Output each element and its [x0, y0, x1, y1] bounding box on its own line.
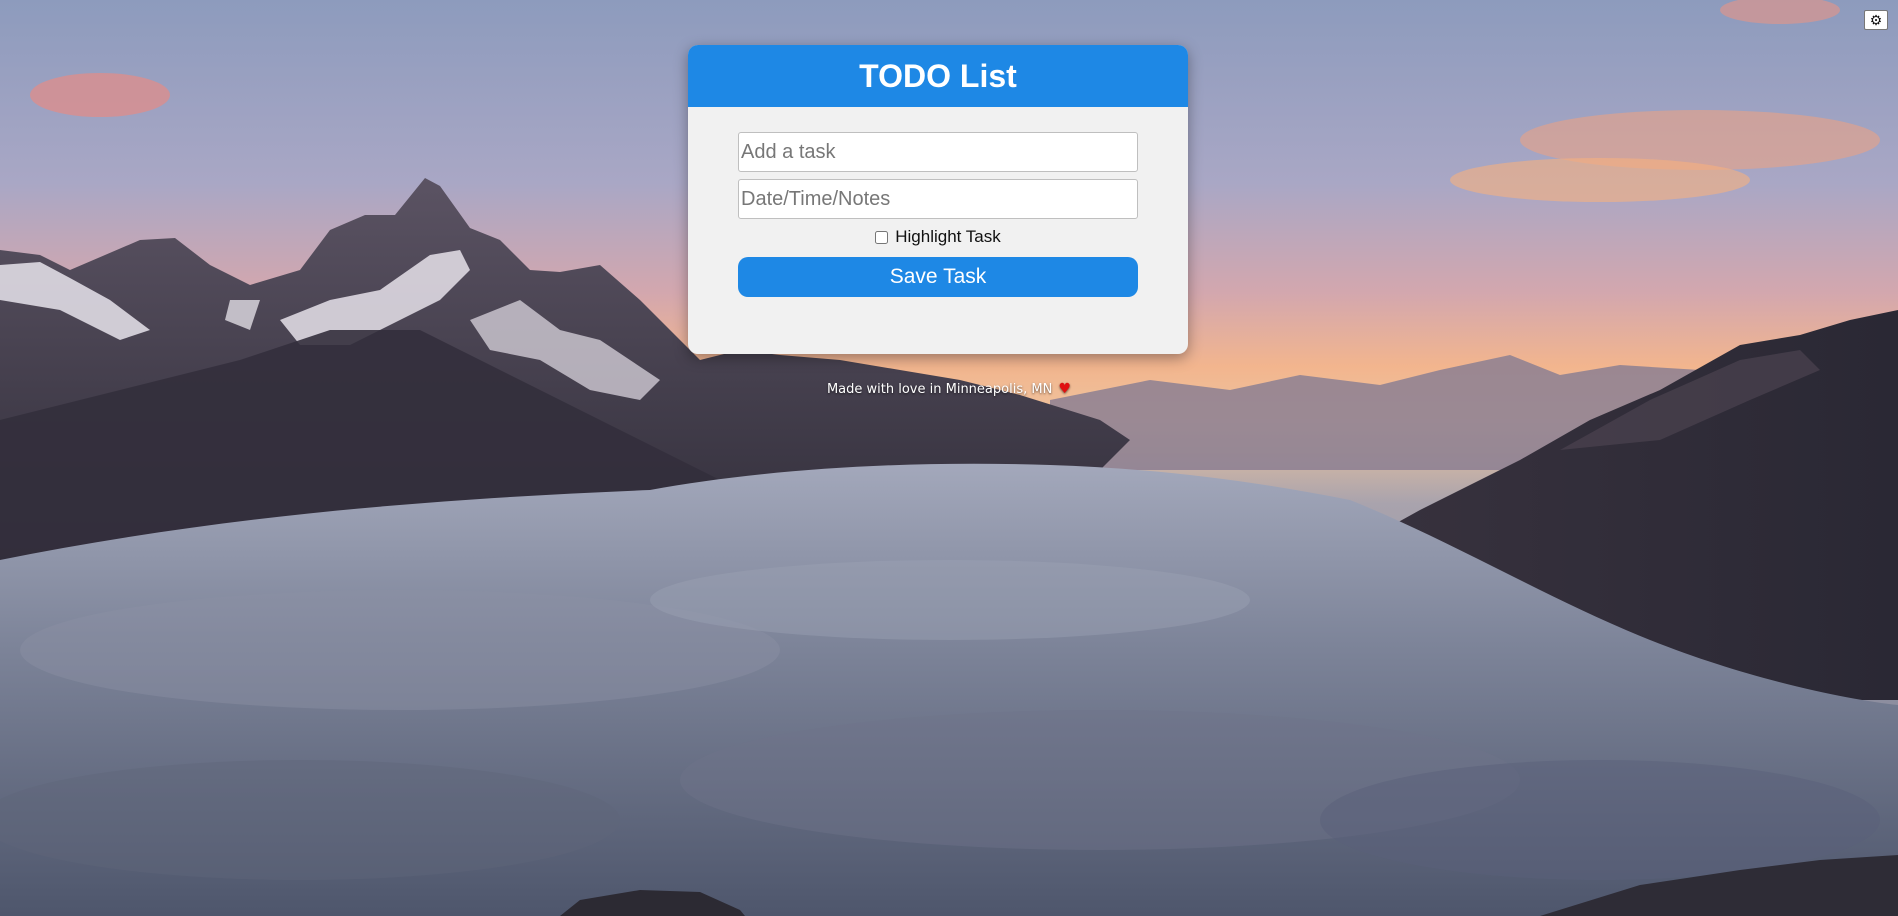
save-task-label: Save Task [889, 265, 987, 288]
heart-icon: ♥ [1058, 381, 1072, 397]
todo-card: TODO List Highlight Task Save Task [688, 45, 1188, 354]
footer-credit: Made with love in Minneapolis, MN ♥ [0, 381, 1898, 397]
save-task-button[interactable]: Save Task [738, 257, 1138, 297]
highlight-label: Highlight Task [895, 227, 1001, 246]
settings-button[interactable]: ⚙ [1864, 10, 1888, 30]
notes-input[interactable] [738, 179, 1138, 219]
card-header: TODO List [688, 45, 1188, 107]
app-title: TODO List [859, 57, 1017, 94]
task-form: Highlight Task Save Task [688, 132, 1188, 297]
highlight-task-option[interactable]: Highlight Task [738, 227, 1138, 247]
highlight-checkbox[interactable] [875, 230, 889, 244]
footer-text: Made with love in Minneapolis, MN [826, 382, 1053, 397]
task-input[interactable] [738, 132, 1138, 172]
gear-icon: ⚙ [1869, 12, 1883, 28]
